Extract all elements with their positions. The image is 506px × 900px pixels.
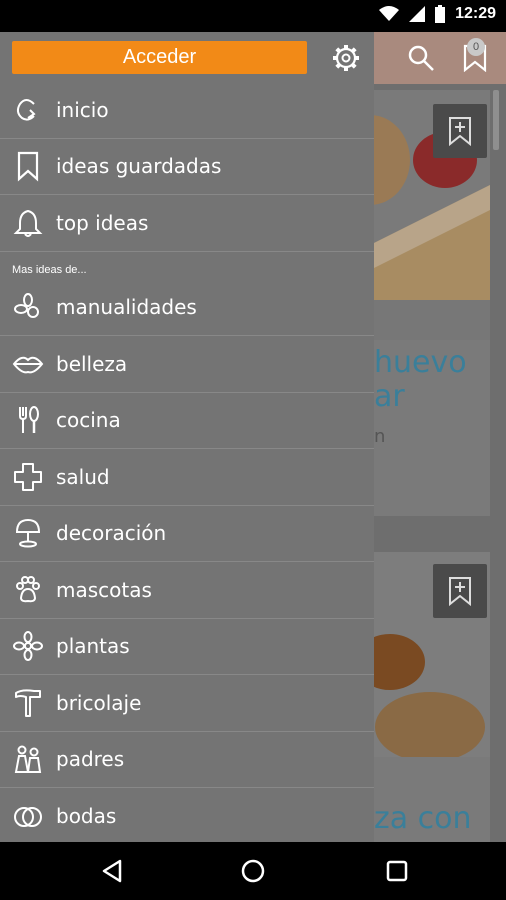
status-time: 12:29: [455, 5, 496, 22]
menu-item-label: cocina: [56, 408, 121, 433]
menu-item-label: bodas: [56, 803, 117, 828]
home-swirl-icon: [16, 98, 36, 121]
save-idea-button[interactable]: [433, 104, 487, 158]
bookmark-icon: [17, 152, 39, 182]
menu-item-label: belleza: [56, 351, 128, 376]
menu-item-label: decoración: [56, 521, 167, 546]
wifi-icon: [379, 6, 400, 21]
card-title: za con: [374, 801, 472, 836]
menu-item-label: top ideas: [56, 210, 149, 235]
recents-icon[interactable]: [383, 857, 411, 885]
saved-count-badge: 0: [467, 38, 485, 56]
search-icon[interactable]: [407, 44, 435, 72]
menu-item-label: ideas guardadas: [56, 154, 222, 179]
menu-item-label: bricolaje: [56, 690, 142, 715]
scrollbar[interactable]: [493, 90, 499, 150]
menu-item-inicio[interactable]: inicio: [0, 82, 374, 139]
drawer-menu: inicio ideas guardadas top ideas Mas ide…: [0, 82, 374, 842]
menu-item-label: manualidades: [56, 295, 197, 320]
gear-icon[interactable]: [330, 42, 362, 74]
cutlery-icon: [19, 406, 39, 434]
menu-item-label: plantas: [56, 634, 130, 659]
menu-item-plantas[interactable]: plantas: [0, 619, 374, 675]
save-idea-button[interactable]: [433, 564, 487, 618]
home-icon[interactable]: [239, 857, 267, 885]
health-cross-icon: [14, 462, 42, 491]
bookmark-add-icon: [449, 577, 471, 607]
menu-item-decoracion[interactable]: decoración: [0, 506, 374, 562]
navigation-drawer: Acceder inicio ideas guardadas top ideas…: [0, 32, 374, 842]
cell-signal-icon: [409, 6, 426, 22]
section-header: Mas ideas de...: [0, 252, 374, 280]
parents-icon: [14, 745, 42, 774]
menu-item-mascotas[interactable]: mascotas: [0, 562, 374, 619]
rings-icon: [14, 806, 42, 827]
saved-ideas-toolbar-button[interactable]: 0: [463, 38, 491, 73]
menu-item-top-ideas[interactable]: top ideas: [0, 195, 374, 252]
card-title-line2: ar: [374, 379, 405, 414]
back-icon[interactable]: [98, 857, 126, 885]
login-button[interactable]: Acceder: [12, 41, 307, 74]
menu-item-bricolaje[interactable]: bricolaje: [0, 675, 374, 732]
menu-item-belleza[interactable]: belleza: [0, 336, 374, 393]
lamp-icon: [15, 519, 41, 548]
bookmark-add-icon: [449, 117, 471, 147]
lips-icon: [12, 356, 44, 374]
bell-icon: [13, 209, 43, 237]
card-title: huevo: [374, 345, 467, 380]
hammer-icon: [15, 689, 41, 717]
paw-icon: [16, 575, 40, 602]
menu-item-ideas-guardadas[interactable]: ideas guardadas: [0, 139, 374, 195]
menu-item-salud[interactable]: salud: [0, 449, 374, 506]
menu-item-bodas[interactable]: bodas: [0, 788, 374, 842]
section-label: Mas ideas de...: [12, 263, 87, 276]
menu-item-label: mascotas: [56, 577, 152, 602]
crafts-icon: [14, 293, 39, 319]
status-bar: 12:29: [0, 0, 506, 32]
menu-item-label: inicio: [56, 97, 109, 122]
flower-icon: [13, 631, 43, 662]
menu-item-padres[interactable]: padres: [0, 732, 374, 788]
navigation-bar: [0, 842, 506, 900]
menu-item-label: salud: [56, 464, 110, 489]
menu-item-cocina[interactable]: cocina: [0, 393, 374, 449]
card-subtitle: n: [374, 426, 386, 447]
menu-item-manualidades[interactable]: manualidades: [0, 280, 374, 336]
battery-icon: [435, 5, 446, 23]
menu-item-label: padres: [56, 747, 125, 772]
